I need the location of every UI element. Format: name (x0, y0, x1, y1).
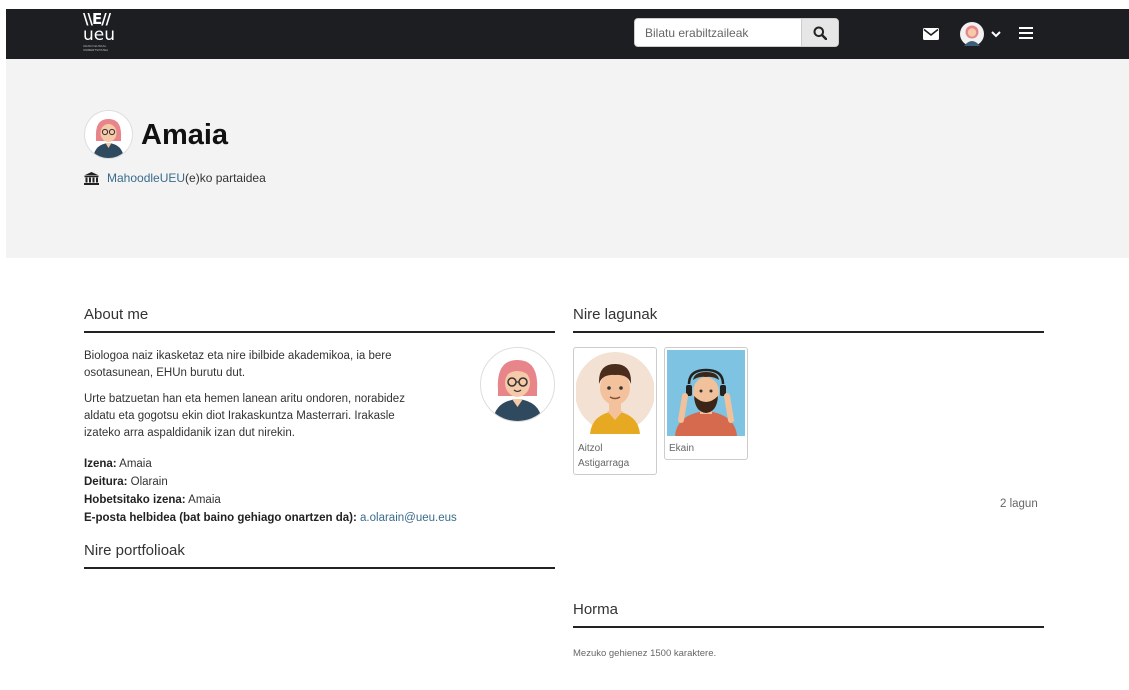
profile-picture (85, 111, 132, 158)
page-header: Amaia MahoodleUEU(e)ko partaidea (6, 59, 1129, 258)
field-value: Olarain (130, 476, 168, 488)
logo-tagline: UDAKO EUSKAL UNIBERTSITATEA (83, 44, 109, 52)
main-menu-button[interactable] (1016, 23, 1036, 43)
top-navbar: \\E// ueu UDAKO EUSKAL UNIBERTSITATEA (6, 9, 1129, 59)
friend-count: 2 lagun (1000, 498, 1038, 510)
user-avatar-small (960, 22, 984, 46)
email-link[interactable]: a.olarain@ueu.eus (360, 512, 457, 524)
hamburger-icon (1019, 27, 1033, 39)
field-row-email: E-posta helbidea (bat baino gehiago onar… (84, 509, 457, 527)
chevron-down-icon (991, 31, 1001, 38)
messages-button[interactable] (920, 26, 942, 42)
friend-card[interactable]: Aitzol Astigarraga (573, 347, 657, 475)
friend-picture (576, 350, 654, 434)
friend-name-line: Ekain (669, 443, 695, 454)
friend-name: Aitzol Astigarraga (578, 441, 629, 471)
field-row-hobetsitako-izena: Hobetsitako izena: Amaia (84, 491, 457, 509)
field-label: Izena: (84, 458, 117, 470)
friend-avatar (667, 350, 745, 436)
field-label: Deitura: (84, 476, 128, 488)
institution-icon (84, 171, 99, 185)
portfolios-heading: Nire portfolioak (84, 542, 555, 569)
friend-avatar (576, 350, 654, 434)
institution-suffix: (e)ko partaidea (185, 171, 266, 185)
field-label: E-posta helbidea (bat baino gehiago onar… (84, 512, 357, 524)
about-me-description: Biologoa naiz ikasketaz eta nire ibilbid… (84, 348, 429, 451)
search-button[interactable] (801, 19, 838, 46)
wall-heading: Horma (573, 601, 1044, 628)
about-avatar (480, 347, 555, 422)
logo-text: ueu (83, 25, 116, 45)
friend-name-line: Astigarraga (578, 458, 630, 469)
profile-fields: Izena: Amaia Deitura: Olarain Hobetsitak… (84, 455, 457, 527)
about-paragraph: Urte batzuetan han eta hemen lanean arit… (84, 393, 405, 439)
institution-link[interactable]: MahoodleUEU (107, 171, 185, 185)
search-icon (813, 26, 827, 40)
institution-line: MahoodleUEU(e)ko partaidea (84, 171, 266, 185)
user-search (634, 18, 839, 47)
friends-heading: Nire lagunak (573, 306, 1044, 333)
friend-card[interactable]: Ekain (664, 347, 748, 460)
envelope-icon (923, 28, 939, 40)
wall-character-limit: Mezuko gehienez 1500 karaktere. (573, 648, 717, 659)
field-value: Amaia (188, 494, 221, 506)
about-picture (481, 348, 554, 421)
field-value: Amaia (119, 458, 152, 470)
friend-picture (667, 350, 745, 436)
search-input[interactable] (635, 19, 802, 46)
about-me-heading: About me (84, 306, 555, 333)
profile-avatar (84, 110, 133, 159)
user-menu-toggle[interactable] (958, 21, 1004, 47)
ueu-logo[interactable]: \\E// ueu UDAKO EUSKAL UNIBERTSITATEA (83, 12, 123, 56)
about-paragraph: Biologoa naiz ikasketaz eta nire ibilbid… (84, 350, 392, 379)
friend-name: Ekain (669, 441, 694, 456)
page-title: Amaia (141, 119, 229, 151)
field-label: Hobetsitako izena: (84, 494, 186, 506)
field-row-deitura: Deitura: Olarain (84, 473, 457, 491)
field-row-izena: Izena: Amaia (84, 455, 457, 473)
friend-name-line: Aitzol (578, 443, 603, 454)
